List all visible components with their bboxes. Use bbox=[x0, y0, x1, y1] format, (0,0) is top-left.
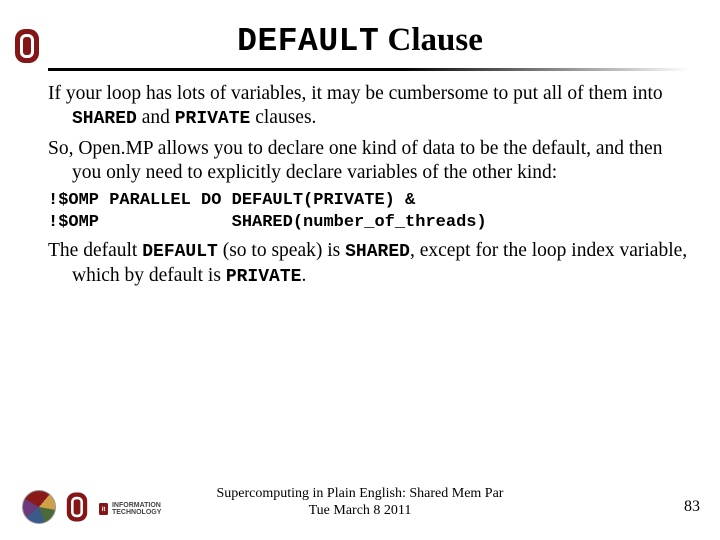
paragraph-1: If your loop has lots of variables, it m… bbox=[48, 82, 688, 131]
text: If your loop has lots of variables, it m… bbox=[48, 83, 663, 104]
text: The default bbox=[48, 240, 142, 261]
text: clauses. bbox=[250, 107, 316, 128]
slide-footer: it INFORMATION TECHNOLOGY Supercomputing… bbox=[0, 472, 720, 526]
title-code: DEFAULT bbox=[237, 23, 379, 60]
title-divider bbox=[48, 68, 690, 71]
code-private: PRIVATE bbox=[175, 109, 251, 129]
code-shared-2: SHARED bbox=[345, 242, 410, 262]
page-number: 83 bbox=[684, 498, 700, 516]
text: . bbox=[301, 265, 306, 286]
footer-line-2: Tue March 8 2011 bbox=[0, 503, 720, 520]
slide-title-row: DEFAULT Clause bbox=[0, 22, 720, 60]
slide-body: If your loop has lots of variables, it m… bbox=[48, 82, 688, 295]
code-private-2: PRIVATE bbox=[226, 267, 302, 287]
paragraph-3: The default DEFAULT (so to speak) is SHA… bbox=[48, 239, 688, 289]
title-rest: Clause bbox=[379, 22, 483, 58]
footer-line-1: Supercomputing in Plain English: Shared … bbox=[0, 486, 720, 503]
code-default: DEFAULT bbox=[142, 242, 218, 262]
slide-title: DEFAULT Clause bbox=[237, 22, 483, 58]
footer-caption: Supercomputing in Plain English: Shared … bbox=[0, 486, 720, 520]
code-block: !$OMP PARALLEL DO DEFAULT(PRIVATE) & !$O… bbox=[48, 190, 688, 233]
paragraph-2: So, Open.MP allows you to declare one ki… bbox=[48, 137, 688, 185]
text: and bbox=[137, 107, 175, 128]
text: (so to speak) is bbox=[218, 240, 345, 261]
code-shared: SHARED bbox=[72, 109, 137, 129]
